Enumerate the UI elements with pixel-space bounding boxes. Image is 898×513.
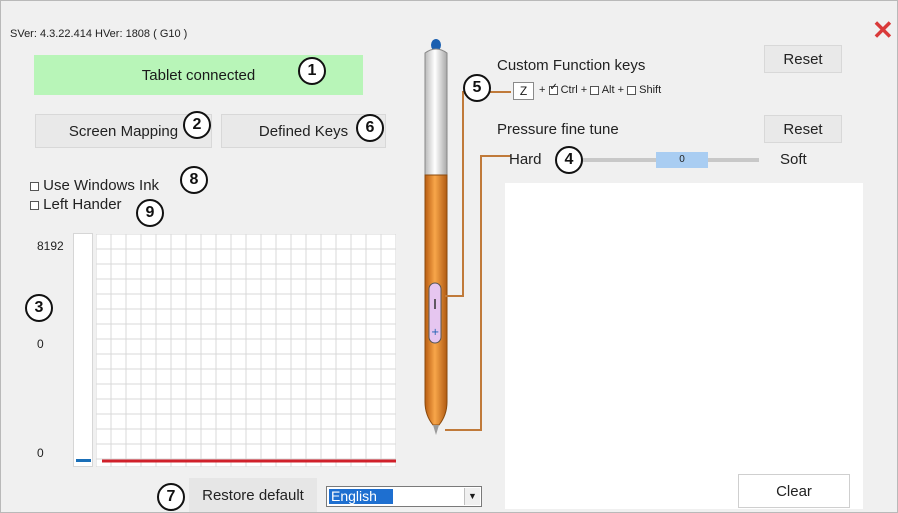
- shift-label: Shift: [639, 84, 662, 96]
- reset-function-keys-button[interactable]: Reset: [764, 45, 842, 73]
- ctrl-checkbox[interactable]: ✓: [548, 82, 558, 95]
- drawing-test-area[interactable]: [505, 183, 863, 509]
- plus-sign: +: [539, 84, 546, 96]
- version-text: SVer: 4.3.22.414 HVer: 1808 ( G10 ): [10, 28, 188, 40]
- graph-y-bottom-label: 0: [37, 446, 44, 460]
- graph-y-mid-label: 0: [37, 337, 44, 351]
- plus-sign: +: [580, 84, 588, 96]
- close-icon[interactable]: ✕: [872, 17, 894, 43]
- language-select[interactable]: English ▼: [326, 486, 482, 507]
- left-hander-label: Left Hander: [43, 196, 122, 213]
- soft-label: Soft: [780, 151, 807, 168]
- windows-ink-label: Use Windows Ink: [43, 177, 160, 194]
- left-hander-checkbox[interactable]: [30, 200, 39, 210]
- callout-badge: 3: [25, 294, 53, 322]
- callout-badge: 6: [356, 114, 384, 142]
- clear-button[interactable]: Clear: [738, 474, 850, 508]
- callout-badge: 1: [298, 57, 326, 85]
- function-key-input[interactable]: Z: [513, 82, 534, 100]
- callout-badge: 8: [180, 166, 208, 194]
- pressure-slider-thumb[interactable]: 0: [656, 152, 708, 168]
- language-selected-value: English: [329, 489, 393, 504]
- alt-checkbox[interactable]: [590, 85, 600, 95]
- pressure-level-bar: [73, 233, 93, 467]
- alt-label: Alt: [601, 84, 615, 96]
- windows-ink-option[interactable]: Use Windows Ink: [30, 177, 159, 194]
- custom-keys-title: Custom Function keys: [497, 57, 646, 74]
- graph-y-top-label: 8192: [37, 239, 64, 253]
- hard-label: Hard: [509, 151, 542, 168]
- callout-badge: 2: [183, 111, 211, 139]
- pressure-level-indicator: [76, 459, 91, 462]
- svg-text:+: +: [431, 327, 439, 338]
- restore-default-button[interactable]: Restore default: [189, 478, 317, 512]
- left-hander-option[interactable]: Left Hander: [30, 196, 122, 213]
- chevron-down-icon[interactable]: ▼: [464, 488, 480, 505]
- tablet-status-text: Tablet connected: [141, 66, 256, 84]
- windows-ink-checkbox[interactable]: [30, 181, 39, 191]
- shift-checkbox[interactable]: [627, 85, 637, 95]
- ctrl-label: Ctrl: [560, 84, 578, 96]
- callout-badge: 7: [157, 483, 185, 511]
- callout-badge: 4: [555, 146, 583, 174]
- reset-pressure-button[interactable]: Reset: [764, 115, 842, 143]
- pressure-tune-title: Pressure fine tune: [497, 121, 619, 138]
- driver-window: SVer: 4.3.22.414 HVer: 1808 ( G10 ) ✕ Ta…: [0, 0, 898, 513]
- callout-badge: 5: [463, 74, 491, 102]
- callout-badge: 9: [136, 199, 164, 227]
- pressure-curve-graph: [96, 234, 396, 467]
- plus-sign: +: [617, 84, 625, 96]
- modifier-row: + ✓ Ctrl + Alt + Shift: [539, 82, 662, 96]
